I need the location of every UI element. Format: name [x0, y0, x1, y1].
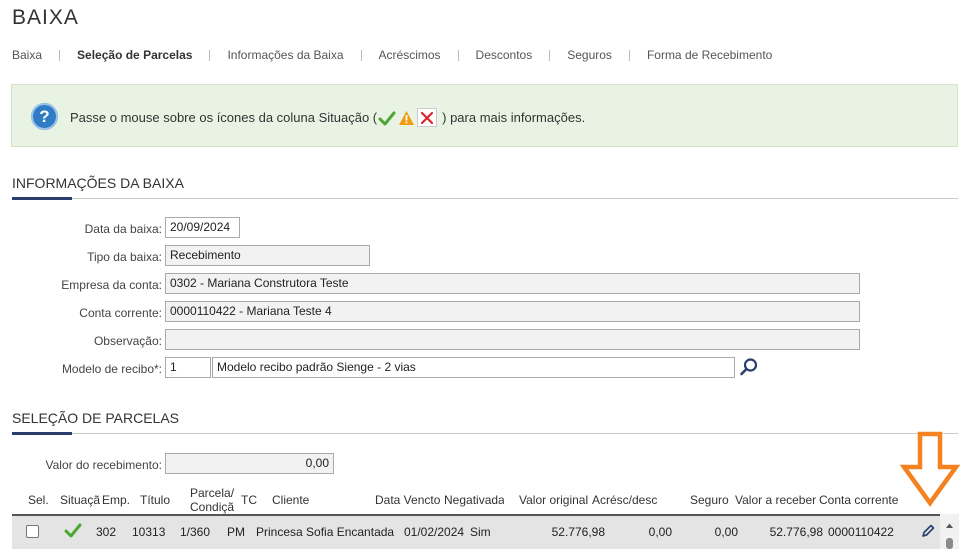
- col-emp[interactable]: Emp.: [102, 493, 130, 507]
- conta-corrente-label: Conta corrente:: [79, 306, 162, 320]
- col-parcela-line2: Condiçã: [190, 500, 235, 514]
- section-divider: [12, 433, 958, 434]
- edit-pencil-icon[interactable]: [920, 523, 936, 542]
- page-title: BAIXA: [12, 6, 79, 29]
- cell-acresc-desc: 0,00: [648, 525, 672, 539]
- modelo-recibo-name-field[interactable]: Modelo recibo padrão Sienge - 2 vias: [212, 357, 735, 378]
- error-icon: [417, 108, 438, 127]
- info-text-after: ) para mais informações.: [442, 110, 586, 125]
- valor-recebimento-label: Valor do recebimento:: [45, 458, 162, 472]
- tab-divider: [360, 49, 362, 61]
- section-accent: [12, 432, 72, 435]
- tab-acrescimos[interactable]: Acréscimos: [379, 48, 441, 62]
- data-baixa-field[interactable]: 20/09/2024: [165, 217, 240, 238]
- col-negativada[interactable]: Negativada: [444, 493, 504, 507]
- tab-divider: [549, 49, 551, 61]
- cell-negativada: Sim: [470, 525, 491, 539]
- tab-divider: [457, 49, 459, 61]
- row-select-checkbox[interactable]: [26, 525, 39, 538]
- col-conta-corrente[interactable]: Conta corrente: [819, 493, 898, 507]
- warning-icon: [398, 110, 415, 126]
- col-tc[interactable]: TC: [241, 493, 257, 507]
- section-title-selecao: SELEÇÃO DE PARCELAS: [12, 410, 180, 426]
- tab-divider: [209, 49, 211, 61]
- cell-seguro: 0,00: [714, 525, 738, 539]
- col-valor-original[interactable]: Valor original: [519, 493, 588, 507]
- tab-divider: [59, 49, 61, 61]
- col-parcela-line1: Parcela/: [190, 486, 235, 500]
- cell-valor-original: 52.776,98: [551, 525, 605, 539]
- info-text-before: Passe o mouse sobre os ícones da coluna …: [70, 110, 378, 125]
- tipo-baixa-label: Tipo da baixa:: [87, 250, 162, 264]
- section-accent: [12, 197, 72, 200]
- empresa-conta-label: Empresa da conta:: [61, 278, 162, 292]
- cell-data-vencto: 01/02/2024: [404, 525, 465, 539]
- modelo-recibo-code-input[interactable]: 1: [165, 357, 211, 378]
- info-message: Passe o mouse sobre os ícones da coluna …: [70, 108, 585, 127]
- tab-baixa[interactable]: Baixa: [12, 48, 42, 62]
- search-icon[interactable]: [739, 357, 759, 377]
- data-baixa-label: Data da baixa:: [84, 222, 162, 236]
- tab-forma-recebimento[interactable]: Forma de Recebimento: [647, 48, 772, 62]
- col-seguro[interactable]: Seguro: [690, 493, 729, 507]
- valor-recebimento-field: 0,00: [165, 453, 334, 474]
- cell-titulo: 10313: [132, 525, 166, 539]
- tab-divider: [628, 49, 630, 61]
- check-icon: [378, 110, 396, 126]
- col-cliente[interactable]: Cliente: [272, 493, 309, 507]
- vertical-scrollbar[interactable]: [940, 514, 959, 549]
- tab-seguros[interactable]: Seguros: [567, 48, 612, 62]
- col-data-vencto[interactable]: Data Vencto: [375, 493, 440, 507]
- modelo-recibo-label: Modelo de recibo*:: [61, 362, 162, 376]
- col-sel[interactable]: Sel.: [28, 493, 49, 507]
- cell-emp: 302: [96, 525, 117, 539]
- cell-tc: PM: [227, 525, 245, 539]
- info-panel: ? Passe o mouse sobre os ícones da colun…: [11, 84, 958, 147]
- table-row[interactable]: 302 10313 1/360 PM Princesa Sofia Encant…: [12, 514, 940, 549]
- tab-bar: Baixa Seleção de Parcelas Informações da…: [12, 48, 772, 62]
- empresa-conta-field: 0302 - Mariana Construtora Teste: [165, 273, 860, 294]
- observacao-field[interactable]: [165, 329, 860, 350]
- section-title-informacoes: INFORMAÇÕES DA BAIXA: [12, 175, 184, 191]
- cell-cliente: Princesa Sofia Encantada: [256, 525, 395, 539]
- tab-informacoes-baixa[interactable]: Informações da Baixa: [227, 48, 343, 62]
- section-divider: [12, 198, 958, 199]
- help-icon: ?: [31, 103, 58, 130]
- cell-conta-corrente: 0000110422: [828, 525, 894, 539]
- observacao-label: Observação:: [93, 334, 162, 348]
- check-icon[interactable]: [64, 522, 82, 541]
- tab-selecao-parcelas[interactable]: Seleção de Parcelas: [77, 48, 192, 62]
- conta-corrente-field: 0000110422 - Mariana Teste 4: [165, 301, 860, 322]
- col-acresc-desc[interactable]: Acrésc/desc: [592, 493, 657, 507]
- tab-descontos[interactable]: Descontos: [476, 48, 533, 62]
- col-titulo[interactable]: Título: [140, 493, 170, 507]
- cell-parcela: 1/360: [180, 525, 211, 539]
- tipo-baixa-field: Recebimento: [165, 245, 370, 266]
- cell-valor-receber: 52.776,98: [769, 525, 823, 539]
- col-parcela[interactable]: Parcela/ Condiçã: [190, 486, 240, 514]
- col-valor-receber[interactable]: Valor a receber: [735, 493, 816, 507]
- col-situacao[interactable]: Situaçã: [60, 493, 101, 507]
- arrow-down-icon: [900, 431, 960, 507]
